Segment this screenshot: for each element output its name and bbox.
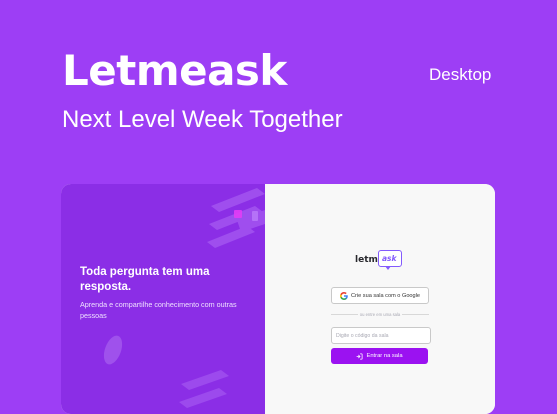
illustration-panel: Toda pergunta tem uma resposta. Aprenda …: [61, 184, 265, 414]
aside-description: Aprenda e compartilhe conhecimento com o…: [80, 300, 237, 320]
bubble-tail: [385, 266, 391, 270]
separator-text: ou entre em uma sala: [359, 311, 401, 317]
room-code-input[interactable]: [331, 327, 431, 344]
separator: ou entre em uma sala: [331, 310, 430, 318]
google-button-label: Crie sua sala com o Google: [350, 292, 421, 299]
create-room-google-button[interactable]: Crie sua sala com o Google: [331, 287, 429, 304]
separator-line-left: [331, 313, 358, 315]
aside-heading: Toda pergunta tem uma resposta.: [80, 266, 210, 293]
platform-label: Desktop: [429, 65, 492, 84]
enter-room-button[interactable]: Entrar na sala: [331, 348, 428, 364]
app-subtitle: Next Level Week Together: [62, 106, 343, 133]
auth-panel: letme ask Crie sua sala com o Google ou …: [265, 184, 495, 414]
log-in-icon: [356, 352, 363, 360]
desktop-mockup: Toda pergunta tem uma resposta. Aprenda …: [61, 184, 495, 414]
separator-line-right: [402, 313, 430, 315]
app-title: Letmeask: [62, 46, 287, 95]
letmeask-logo: letme ask: [355, 248, 407, 276]
google-icon: [339, 291, 348, 300]
logo-bubble-text: ask: [382, 254, 397, 263]
chat-bubble-icon: ask: [378, 250, 402, 267]
enter-button-label: Entrar na sala: [366, 353, 403, 359]
